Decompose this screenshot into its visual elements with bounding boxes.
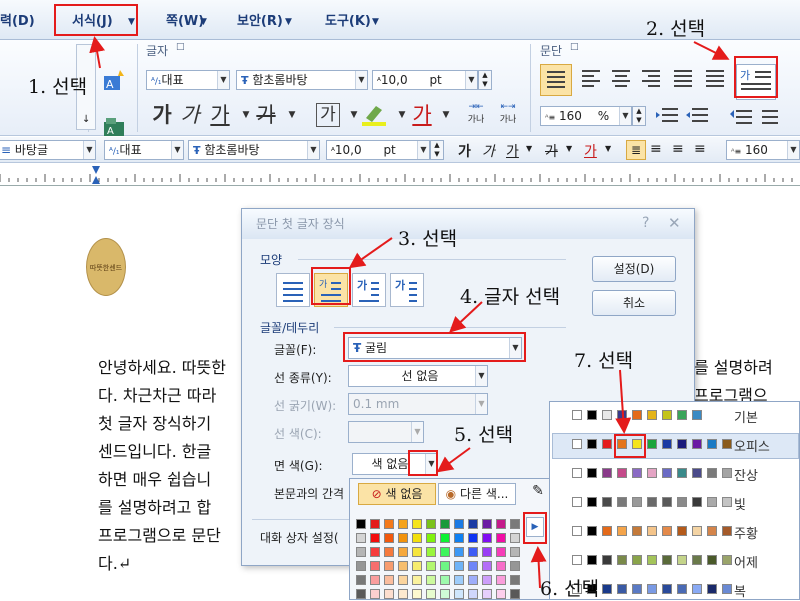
annotation-arrows [89,36,730,589]
